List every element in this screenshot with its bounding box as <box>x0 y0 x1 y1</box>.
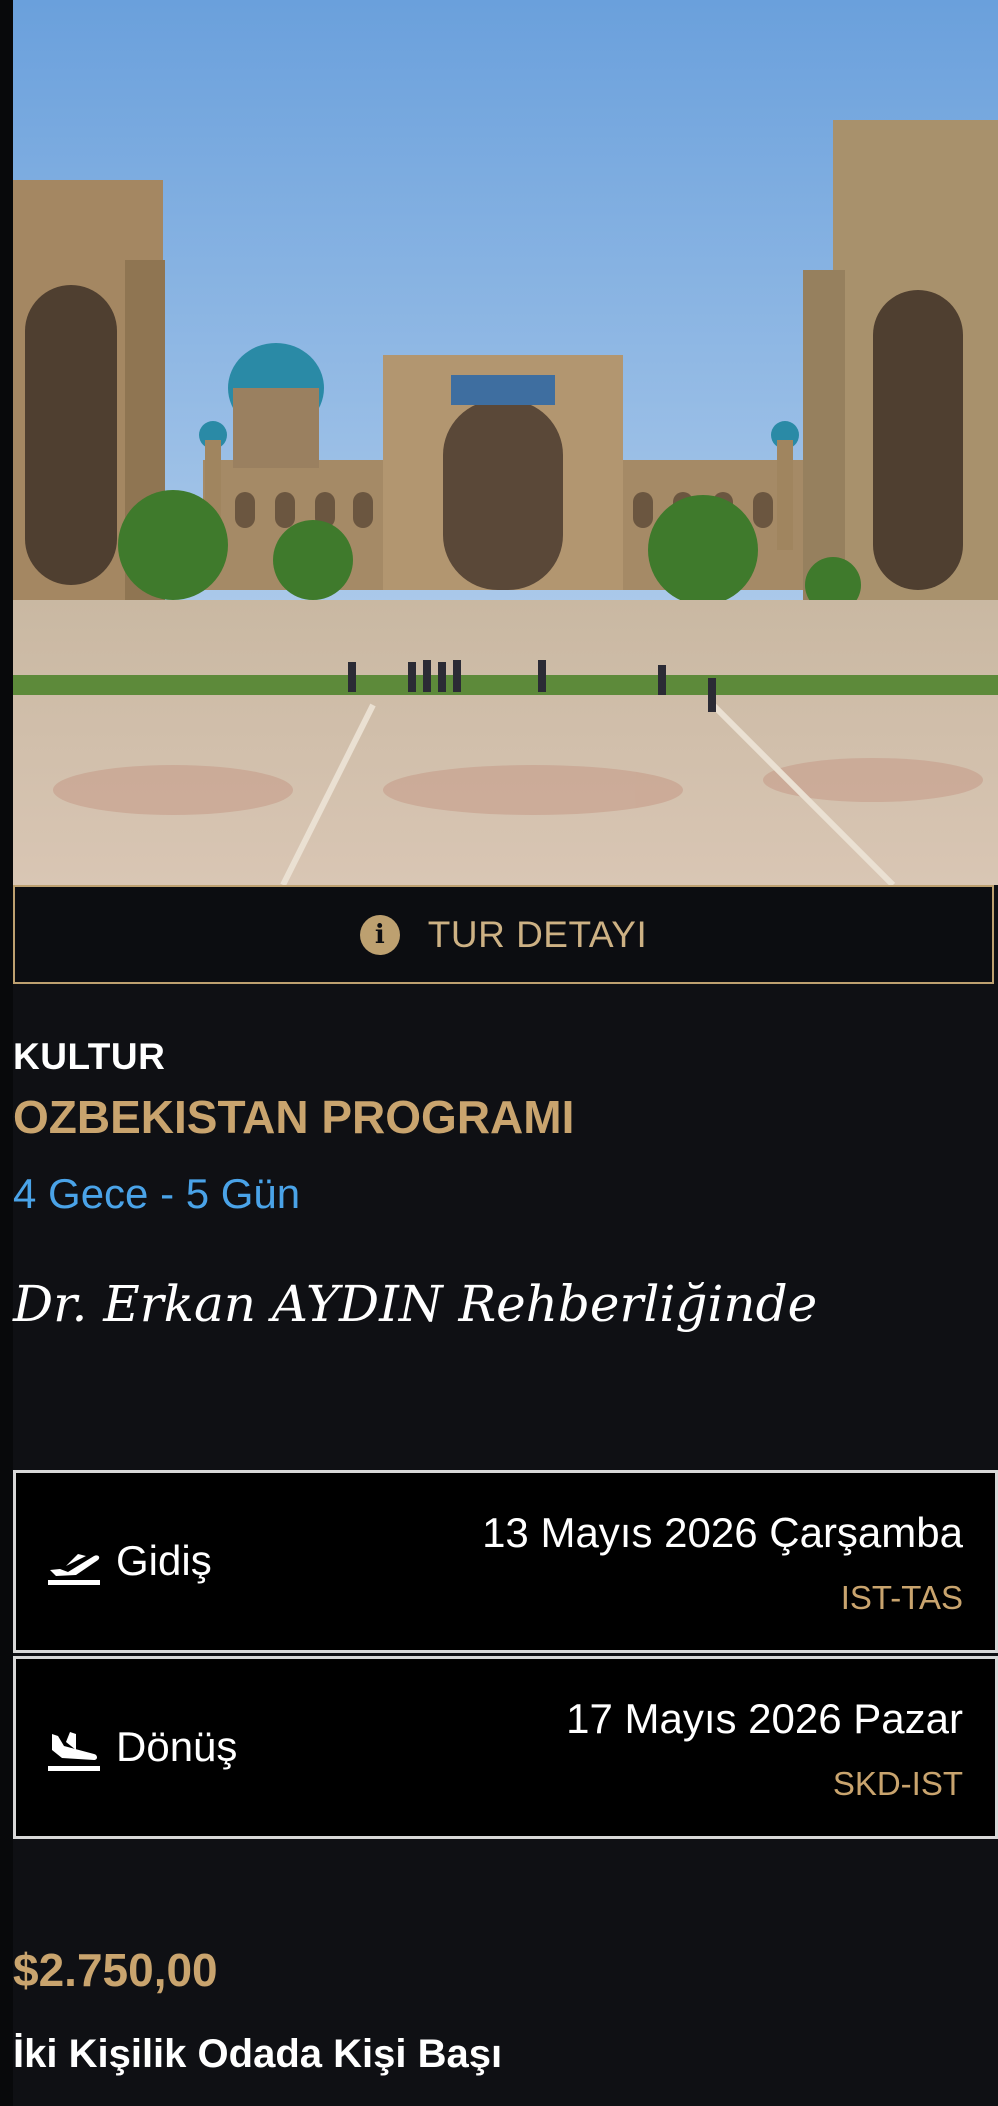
tour-price: $2.750,00 <box>13 1944 218 1996</box>
tour-detail-label: TUR DETAYI <box>427 913 648 955</box>
return-date: 17 Mayıs 2026 Pazar <box>566 1695 963 1742</box>
tour-title: OZBEKISTAN PROGRAMI <box>13 1091 575 1143</box>
info-icon: i <box>359 914 400 955</box>
plane-departure-icon <box>48 1554 100 1585</box>
outbound-route: IST-TAS <box>840 1579 963 1616</box>
outbound-flight-row: Gidiş 13 Mayıs 2026 Çarşamba IST-TAS <box>13 1470 998 1653</box>
tour-duration: 4 Gece - 5 Gün <box>13 1170 301 1217</box>
tour-detail-button[interactable]: i TUR DETAYI <box>13 885 994 984</box>
left-edge-strip <box>0 0 13 2106</box>
plane-arrival-icon <box>48 1732 100 1771</box>
return-route: SKD-IST <box>832 1765 963 1802</box>
hero-image-registan <box>13 0 998 885</box>
outbound-label: Gidiş <box>116 1537 212 1584</box>
tour-guide: Dr. Erkan AYDIN Rehberliğinde <box>13 1275 818 1333</box>
return-flight-row: Dönüş 17 Mayıs 2026 Pazar SKD-IST <box>13 1656 998 1839</box>
tour-category: KULTUR <box>13 1036 166 1077</box>
return-label: Dönüş <box>116 1723 238 1770</box>
tour-page: i TUR DETAYI KULTUR OZBEKISTAN PROGRAMI … <box>0 0 998 2106</box>
price-note: İki Kişilik Odada Kişi Başı <box>13 2032 503 2076</box>
outbound-date: 13 Mayıs 2026 Çarşamba <box>482 1509 963 1556</box>
